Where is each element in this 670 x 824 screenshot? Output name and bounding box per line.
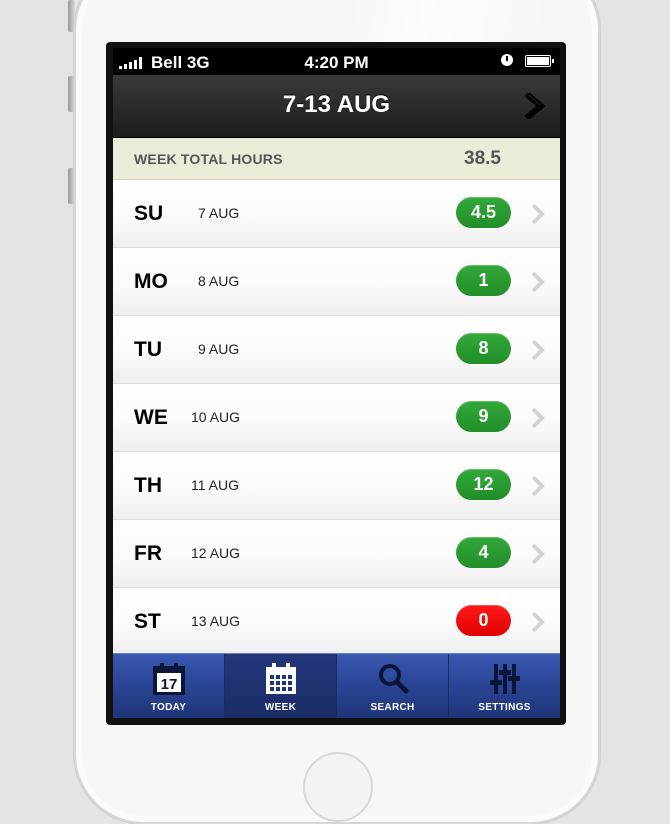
day-row-sunday[interactable]: SU 7 AUG 4.5 (113, 180, 560, 248)
tab-settings[interactable]: SETTINGS (449, 654, 560, 718)
hours-badge: 4 (456, 537, 511, 568)
day-row-saturday[interactable]: ST 13 AUG 0 (113, 588, 560, 656)
chevron-right-icon (531, 271, 545, 293)
settings-sliders-icon (489, 664, 520, 694)
tab-today[interactable]: 17 TODAY (113, 654, 225, 718)
day-code: SU (134, 202, 164, 225)
week-total-row: WEEK TOTAL HOURS 38.5 (113, 138, 560, 180)
day-list: SU 7 AUG 4.5 MO 8 AUG 1 TU 9 AUG 8 WE 10… (113, 180, 560, 656)
day-code: MO (134, 270, 168, 293)
day-row-friday[interactable]: FR 12 AUG 4 (113, 520, 560, 588)
tab-label: WEEK (264, 702, 297, 713)
tab-week[interactable]: WEEK (225, 654, 337, 718)
day-code: ST (134, 610, 161, 633)
volume-down-button (68, 168, 75, 204)
day-row-monday[interactable]: MO 8 AUG 1 (113, 248, 560, 316)
calendar-day-number: 17 (160, 676, 177, 693)
status-time: 4:20 PM (304, 53, 369, 72)
phone-sheen (350, 0, 600, 45)
hours-badge: 4.5 (456, 197, 511, 228)
chevron-right-icon (531, 543, 545, 565)
calendar-week-icon (265, 663, 296, 694)
week-title: 7-13 AUG (282, 91, 391, 118)
day-date: 13 AUG (191, 613, 241, 629)
mute-switch (68, 0, 75, 32)
day-date: 11 AUG (191, 477, 239, 493)
tab-label: SEARCH (370, 702, 415, 713)
hours-badge: 1 (456, 265, 511, 296)
hours-badge: 0 (456, 605, 511, 636)
day-date: 7 AUG (198, 205, 240, 221)
next-week-chevron-icon[interactable] (524, 93, 548, 119)
chevron-right-icon (531, 407, 545, 429)
app-screen: Bell 3G 4:20 PM 7-13 AUG WEEK TOTAL HOUR… (113, 48, 560, 718)
status-bar: Bell 3G 4:20 PM (113, 48, 560, 75)
alarm-icon (501, 54, 513, 66)
day-code: TH (134, 474, 162, 497)
tab-label: SETTINGS (478, 702, 531, 713)
day-date: 12 AUG (191, 545, 241, 561)
day-code: WE (134, 406, 168, 429)
chevron-right-icon (531, 475, 545, 497)
navigation-bar: 7-13 AUG (113, 75, 560, 138)
chevron-right-icon (531, 339, 545, 361)
chevron-right-icon (531, 611, 545, 633)
hours-badge: 8 (456, 333, 511, 364)
battery-icon (525, 55, 554, 67)
tab-label: TODAY (150, 702, 187, 713)
day-code: TU (134, 338, 162, 361)
calendar-day-icon: 17 (152, 663, 185, 695)
hours-badge: 12 (456, 469, 511, 500)
day-code: FR (134, 542, 162, 565)
tab-search[interactable]: SEARCH (337, 654, 449, 718)
chevron-right-icon (531, 203, 545, 225)
day-date: 10 AUG (191, 409, 241, 425)
day-date: 8 AUG (198, 273, 240, 289)
volume-up-button (68, 76, 75, 112)
week-total-value: 38.5 (464, 148, 501, 169)
day-date: 9 AUG (198, 341, 240, 357)
tab-bar: 17 TODAY WEEK SEARCH SETTINGS (113, 653, 560, 718)
home-button (303, 752, 373, 822)
search-icon (378, 664, 408, 694)
hours-badge: 9 (456, 401, 511, 432)
day-row-tuesday[interactable]: TU 9 AUG 8 (113, 316, 560, 384)
day-row-thursday[interactable]: TH 11 AUG 12 (113, 452, 560, 520)
day-row-wednesday[interactable]: WE 10 AUG 9 (113, 384, 560, 452)
week-total-label: WEEK TOTAL HOURS (134, 151, 283, 167)
